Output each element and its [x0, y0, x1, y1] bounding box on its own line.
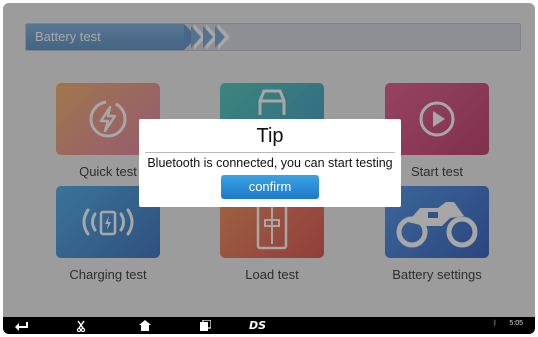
recent-apps-icon[interactable] [197, 318, 213, 333]
system-nav-bar: DS ᛒ 5:05 [3, 317, 535, 334]
clock: 5:05 [509, 320, 523, 327]
device-frame: Battery test Quick test Start test Charg… [3, 3, 535, 334]
dialog-title: Tip [256, 125, 284, 147]
app-screen: Battery test Quick test Start test Charg… [3, 3, 535, 317]
bluetooth-icon: ᛒ [492, 320, 497, 327]
screenshot-scissors-icon[interactable] [73, 318, 89, 333]
brand-logo: DS [249, 319, 267, 332]
home-icon[interactable] [137, 318, 153, 333]
back-icon[interactable] [11, 318, 31, 333]
dialog-divider [145, 152, 395, 153]
tip-dialog: Tip Bluetooth is connected, you can star… [139, 119, 401, 207]
dialog-message: Bluetooth is connected, you can start te… [147, 156, 393, 170]
confirm-button[interactable]: confirm [221, 175, 319, 199]
